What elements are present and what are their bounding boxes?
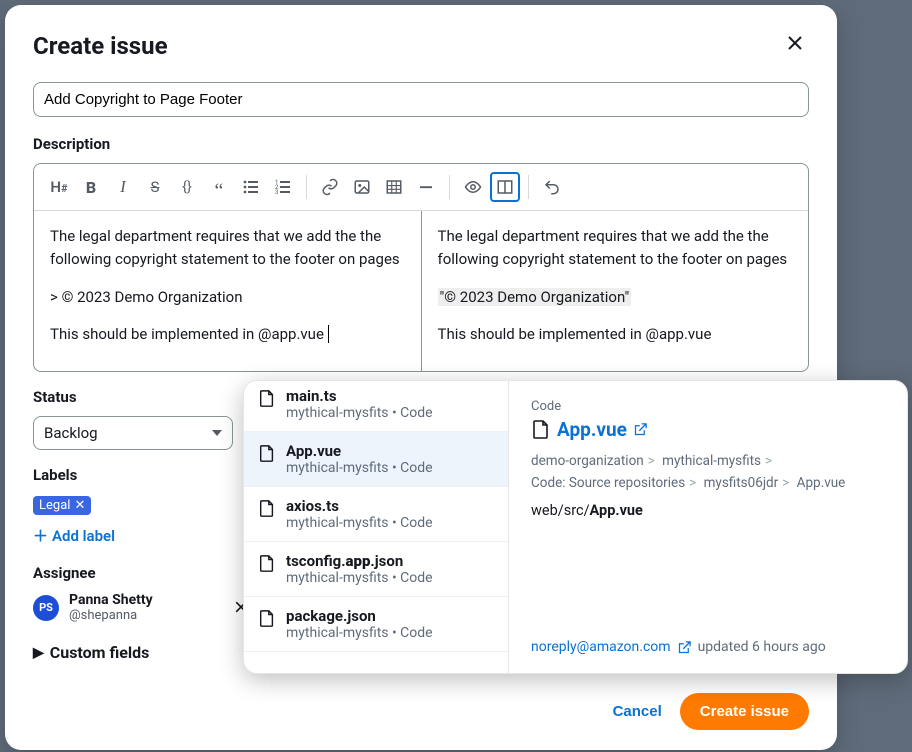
external-link-icon xyxy=(633,422,648,437)
file-icon xyxy=(258,609,276,629)
description-editor: H# B I S {} “ 123 The legal department r… xyxy=(33,163,809,372)
updated-email-link[interactable]: noreply@amazon.com xyxy=(531,639,671,655)
bullet-list-icon[interactable] xyxy=(236,172,266,202)
markdown-pane[interactable]: The legal department requires that we ad… xyxy=(34,211,421,371)
editor-toolbar: H# B I S {} “ 123 xyxy=(34,164,808,211)
undo-icon[interactable] xyxy=(537,172,567,202)
avatar: PS xyxy=(33,595,59,621)
image-icon[interactable] xyxy=(347,172,377,202)
issue-title-input[interactable] xyxy=(33,82,809,117)
numbered-list-icon[interactable]: 123 xyxy=(268,172,298,202)
assignee-name: Panna Shetty xyxy=(69,592,223,608)
label-chip-legal[interactable]: Legal ✕ xyxy=(33,496,91,515)
autocomplete-item[interactable]: App.vue mythical-mysfits • Code xyxy=(244,432,508,487)
detail-category: Code xyxy=(531,399,885,414)
bold-icon[interactable]: B xyxy=(76,172,106,202)
code-icon[interactable]: {} xyxy=(172,172,202,202)
autocomplete-item[interactable]: main.ts mythical-mysfits • Code xyxy=(244,381,508,432)
split-view-icon[interactable] xyxy=(490,172,520,202)
close-icon[interactable] xyxy=(781,29,809,62)
file-icon xyxy=(258,389,276,409)
autocomplete-detail: Code App.vue demo-organization> mythical… xyxy=(509,381,907,673)
create-issue-button[interactable]: Create issue xyxy=(680,693,809,730)
autocomplete-list[interactable]: main.ts mythical-mysfits • Code App.vue … xyxy=(244,381,509,673)
chevron-down-icon xyxy=(212,430,222,436)
autocomplete-item[interactable]: package.json mythical-mysfits • Code xyxy=(244,597,508,652)
file-icon xyxy=(258,499,276,519)
assignee-handle: @shepanna xyxy=(69,608,223,623)
preview-icon[interactable] xyxy=(458,172,488,202)
modal-title: Create issue xyxy=(33,32,168,60)
link-icon[interactable] xyxy=(315,172,345,202)
autocomplete-item[interactable]: tsconfig.app.json mythical-mysfits • Cod… xyxy=(244,542,508,597)
description-label: Description xyxy=(33,135,809,153)
italic-icon[interactable]: I xyxy=(108,172,138,202)
hr-icon[interactable] xyxy=(411,172,441,202)
preview-pane: The legal department requires that we ad… xyxy=(421,211,809,371)
file-icon xyxy=(258,444,276,464)
breadcrumb: demo-organization> mythical-mysfits> Cod… xyxy=(531,451,885,494)
plus-icon: ＋ xyxy=(33,525,48,546)
table-icon[interactable] xyxy=(379,172,409,202)
caret-right-icon: ▶ xyxy=(33,645,44,661)
updated-line: noreply@amazon.com updated 6 hours ago xyxy=(531,639,885,655)
remove-label-icon[interactable]: ✕ xyxy=(74,498,85,513)
svg-text:3: 3 xyxy=(275,189,278,196)
file-path: web/src/App.vue xyxy=(531,502,885,519)
quote-icon[interactable]: “ xyxy=(204,172,234,202)
detail-title-link[interactable]: App.vue xyxy=(531,418,885,441)
mention-autocomplete-popup: main.ts mythical-mysfits • Code App.vue … xyxy=(243,380,908,674)
cancel-button[interactable]: Cancel xyxy=(613,703,662,720)
file-icon xyxy=(531,419,551,441)
autocomplete-item[interactable]: axios.ts mythical-mysfits • Code xyxy=(244,487,508,542)
strike-icon[interactable]: S xyxy=(140,172,170,202)
heading-icon[interactable]: H# xyxy=(44,172,74,202)
status-select[interactable]: Backlog xyxy=(33,416,233,450)
file-icon xyxy=(258,554,276,574)
external-link-icon xyxy=(677,640,692,655)
